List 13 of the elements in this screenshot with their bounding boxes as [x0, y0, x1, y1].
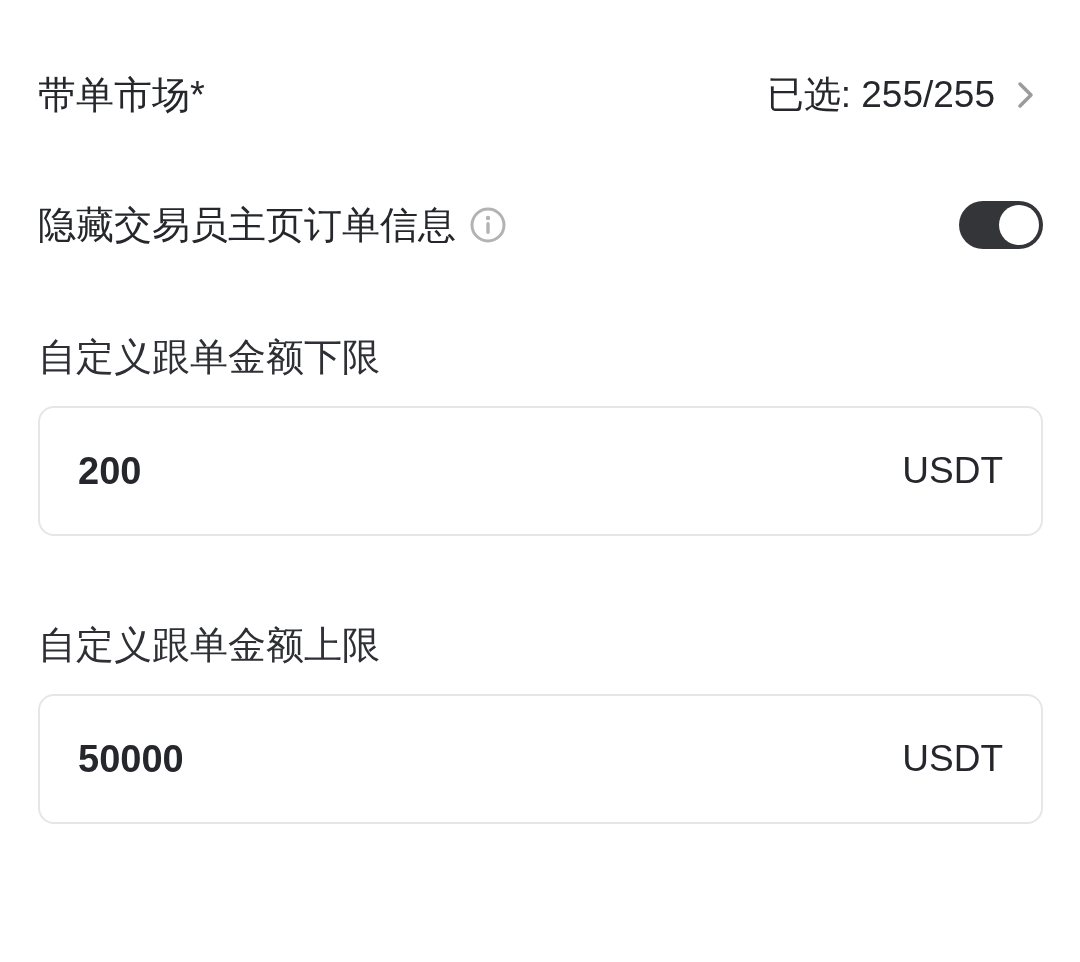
field-label: 自定义跟单金额下限 — [38, 335, 380, 380]
unit-label: USDT — [902, 737, 1003, 781]
amount-field[interactable]: 200 USDT — [38, 406, 1043, 536]
field-label: 自定义跟单金额上限 — [38, 623, 380, 668]
amount-field[interactable]: 50000 USDT — [38, 694, 1043, 824]
market-label: 带单市场* — [38, 73, 205, 118]
chevron-right-icon — [1017, 81, 1035, 109]
market-selection-link[interactable]: 已选: 255/255 — [766, 70, 1043, 120]
hide-orders-label: 隐藏交易员主页订单信息 — [38, 203, 456, 248]
unit-label: USDT — [902, 449, 1003, 493]
amount-input[interactable]: 200 — [78, 446, 883, 496]
amount-input[interactable]: 50000 — [78, 734, 883, 784]
toggle-switch[interactable] — [959, 201, 1043, 249]
